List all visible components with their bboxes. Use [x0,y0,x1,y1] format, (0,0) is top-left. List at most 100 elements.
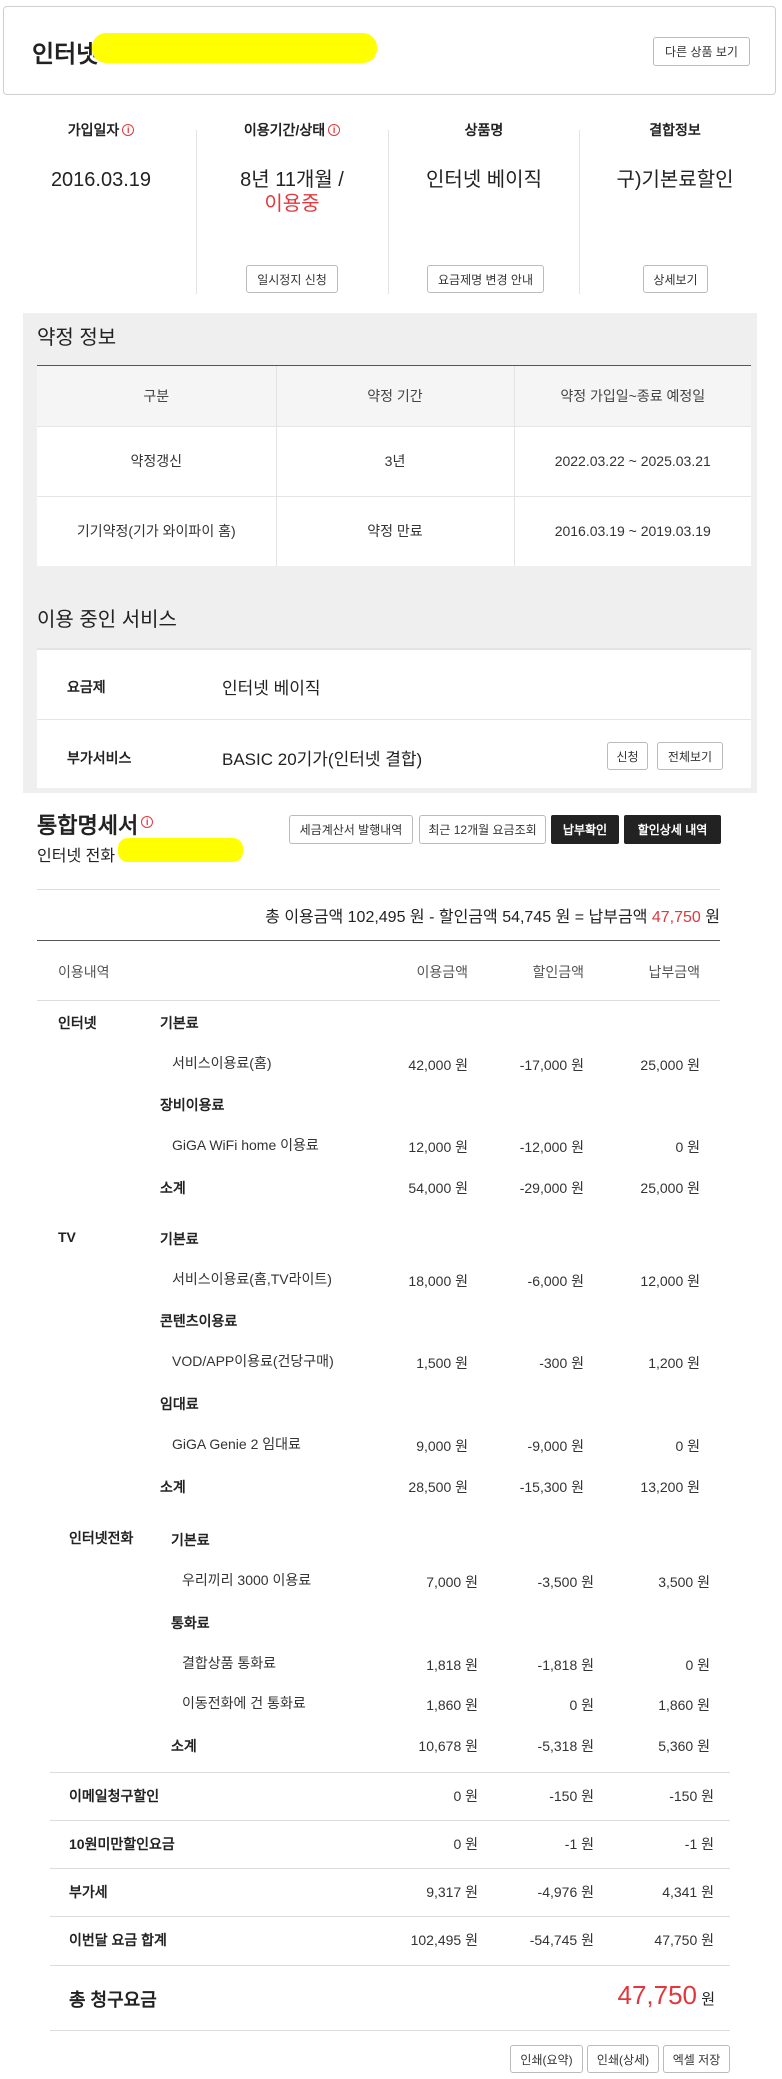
email-discount-label: 이메일청구할인 [69,1788,160,1804]
phone-bundle-call-fee: 결합상품 통화료 [182,1655,277,1671]
list-item: 요금제 인터넷 베이직 [37,650,751,720]
discount-detail-button[interactable]: 할인상세 내역 [624,815,721,844]
info-icon[interactable]: i [141,816,154,828]
internet-wifi-fee: GiGA WiFi home 이용료 [172,1137,319,1153]
table-cell: 3년 [276,425,515,496]
amount: 12,000 원 [640,1273,700,1289]
plan-value: 인터넷 베이직 [222,679,321,698]
product-header-card: 인터넷 다른 상품 보기 [3,6,776,95]
bill-summary-line: 총 이용금액 102,495 원 - 할인금액 54,745 원 = 납부금액 … [265,903,720,927]
table-cell: 기기약정(기가 와이파이 홈) [37,495,277,566]
phone-basic-label: 기본료 [171,1532,210,1548]
services-box: 요금제 인터넷 베이직 부가서비스 BASIC 20기가(인터넷 결합) 신청 … [37,648,751,788]
divider [50,2030,730,2031]
pause-request-button[interactable]: 일시정지 신청 [246,265,338,293]
tv-subtotal-label: 소계 [160,1479,186,1495]
amount: -12,000 원 [519,1139,584,1155]
services-section-title: 이용 중인 서비스 [37,609,177,631]
month-total-label: 이번달 요금 합계 [69,1932,167,1948]
internet-svc-fee: 서비스이용료(홈) [172,1055,272,1071]
amount: 1,860 원 [426,1697,478,1713]
amount: 5,360 원 [658,1738,710,1754]
info-icon[interactable]: i [328,124,341,136]
amount: 7,000 원 [426,1574,478,1590]
phone-label: 인터넷전화 [69,1530,134,1546]
contract-section-title: 약정 정보 [37,327,117,349]
plan-change-info-button[interactable]: 요금제명 변경 안내 [427,265,544,293]
table-cell: 2022.03.22 ~ 2025.03.21 [514,425,751,496]
amount: 28,500 원 [408,1479,468,1495]
product-label: 상품명 [464,122,504,138]
redacted-account-mark [92,33,377,63]
join-date-label: 가입일자 [67,122,120,138]
amount: -1 원 [564,1836,594,1852]
tv-vod-fee: VOD/APP이용료(건당구매) [172,1353,334,1369]
contract-table: 구분 약정 기간 약정 가입일~종료 예정일 약정갱신 3년 2022.03.2… [37,366,751,566]
amount: -6,000 원 [527,1273,584,1289]
tv-content-label: 콘텐츠이용료 [160,1313,238,1329]
addon-apply-button[interactable]: 신청 [607,742,648,770]
amount: 47,750 원 [654,1932,714,1948]
amount: 0 원 [453,1788,478,1804]
divider [50,1916,730,1917]
amount: 13,200 원 [640,1479,700,1495]
product-column: 상품명 인터넷 베이직 [389,120,579,193]
amount: -3,500 원 [537,1574,594,1590]
list-item: 부가서비스 BASIC 20기가(인터넷 결합) 신청 전체보기 [37,721,751,791]
divider [37,940,720,941]
bundle-value: 구)기본료할인 [616,169,734,191]
divider [50,1820,730,1821]
other-products-button[interactable]: 다른 상품 보기 [653,37,750,66]
amount: -5,318 원 [537,1738,594,1754]
summary-unit: 원 [705,909,720,926]
print-summary-button[interactable]: 인쇄(요약) [510,2045,583,2073]
amount: 102,495 원 [410,1932,478,1948]
total-charge-amount: 47,750 [617,1980,698,2010]
redacted-phone-mark [118,838,243,862]
amount: -150 원 [669,1788,714,1804]
amount: 3,500 원 [658,1574,710,1590]
vat-label: 부가세 [69,1884,108,1900]
phone-call-label: 통화료 [171,1615,210,1631]
recent-12-months-button[interactable]: 최근 12개월 요금조회 [419,815,546,844]
internet-label: 인터넷 [58,1015,97,1031]
amount: 10,678 원 [418,1738,478,1754]
summary-pay-amount: 47,750 [651,909,701,926]
status-value: 이용중 [264,193,320,215]
join-date-value: 2016.03.19 [50,169,152,191]
addon-label: 부가서비스 [67,750,132,766]
info-icon[interactable]: i [122,124,135,136]
amount: 1,860 원 [658,1697,710,1713]
amount: 4,341 원 [662,1884,714,1900]
internet-equip-label: 장비이용료 [160,1097,225,1113]
amount: 42,000 원 [408,1057,468,1073]
amount: -15,300 원 [519,1479,584,1495]
payment-confirm-button[interactable]: 납부확인 [551,815,619,844]
tax-invoice-history-button[interactable]: 세금계산서 발행내역 [289,815,413,844]
amount: -54,745 원 [529,1932,594,1948]
addon-value: BASIC 20기가(인터넷 결합) [222,750,423,769]
col-header-charge: 이용금액 [416,964,468,980]
amount: -1 원 [684,1836,714,1852]
amount: -29,000 원 [519,1180,584,1196]
tv-genie-fee: GiGA Genie 2 임대료 [172,1436,301,1452]
period-label: 이용기간/상태 [243,122,326,138]
col-header-discount: 할인금액 [532,964,584,980]
bundle-detail-button[interactable]: 상세보기 [643,265,708,293]
col-header-usage: 이용내역 [58,964,110,980]
tv-label: TV [58,1229,76,1245]
addon-view-all-button[interactable]: 전체보기 [657,742,723,770]
divider [37,889,720,890]
total-charge: 47,750 원 [617,1980,715,2011]
plan-label: 요금제 [67,679,106,695]
excel-save-button[interactable]: 엑셀 저장 [663,2045,730,2073]
divider [50,1772,730,1773]
amount: -300 원 [539,1355,584,1371]
table-cell: 약정 만료 [276,495,515,566]
divider [37,1000,720,1001]
rounding-discount-label: 10원미만할인요금 [69,1836,175,1852]
print-detail-button[interactable]: 인쇄(상세) [587,2045,659,2073]
phone-mobile-call-fee: 이동전화에 건 통화료 [182,1695,306,1711]
amount: 25,000 원 [640,1057,700,1073]
table-header: 약정 가입일~종료 예정일 [514,366,751,426]
